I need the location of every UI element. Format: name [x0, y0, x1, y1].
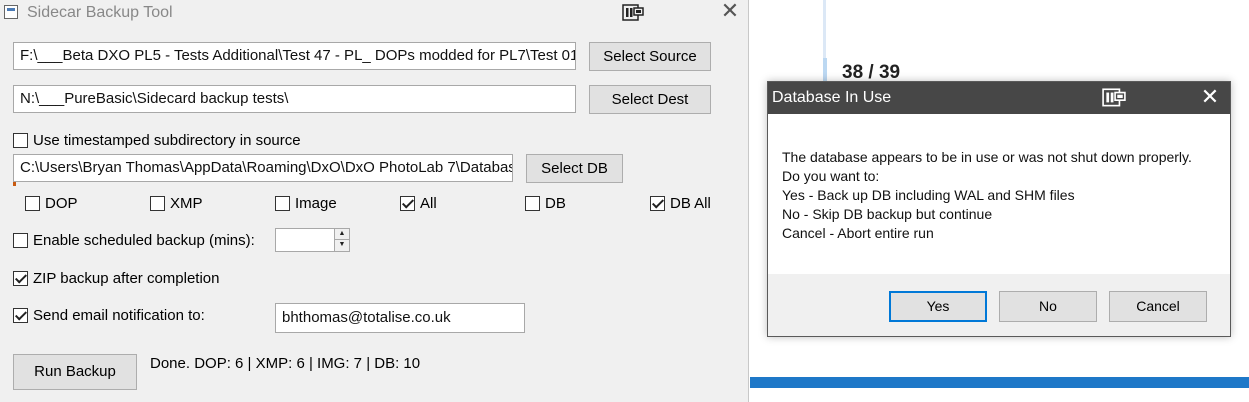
- snipping-tool-icon[interactable]: [622, 3, 644, 23]
- no-button[interactable]: No: [999, 291, 1097, 322]
- schedule-checkbox[interactable]: [13, 233, 28, 248]
- db-all-checkbox[interactable]: [650, 196, 665, 211]
- background-progress-bar: [750, 377, 1249, 388]
- all-label[interactable]: All: [420, 195, 437, 212]
- email-field[interactable]: bhthomas@totalise.co.uk: [275, 303, 525, 333]
- xmp-checkbox[interactable]: [150, 196, 165, 211]
- dialog-message: The database appears to be in use or was…: [782, 148, 1192, 243]
- timestamp-checkbox[interactable]: [13, 133, 28, 148]
- dialog-message-line: The database appears to be in use or was…: [782, 149, 1192, 165]
- spin-up-icon[interactable]: ▲: [334, 229, 349, 240]
- close-icon[interactable]: ✕: [1198, 85, 1222, 111]
- app-icon: [4, 5, 18, 19]
- database-in-use-dialog: Database In Use ✕ The database appears t…: [767, 81, 1231, 337]
- schedule-label[interactable]: Enable scheduled backup (mins):: [33, 232, 255, 249]
- all-checkbox[interactable]: [400, 196, 415, 211]
- email-label[interactable]: Send email notification to:: [33, 307, 205, 324]
- close-icon[interactable]: ✕: [719, 1, 741, 25]
- db-path-field[interactable]: C:\Users\Bryan Thomas\AppData\Roaming\Dx…: [13, 154, 513, 182]
- yes-button[interactable]: Yes: [889, 291, 987, 322]
- dialog-message-line: Yes - Back up DB including WAL and SHM f…: [782, 187, 1075, 203]
- cancel-button[interactable]: Cancel: [1109, 291, 1207, 322]
- select-db-button[interactable]: Select DB: [526, 154, 623, 183]
- db-checkbox[interactable]: [525, 196, 540, 211]
- background-scroll-line: [823, 0, 826, 58]
- email-checkbox[interactable]: [13, 308, 28, 323]
- timestamp-label[interactable]: Use timestamped subdirectory in source: [33, 132, 301, 149]
- db-all-label[interactable]: DB All: [670, 195, 711, 212]
- dop-checkbox[interactable]: [25, 196, 40, 211]
- xmp-label[interactable]: XMP: [170, 195, 203, 212]
- zip-label[interactable]: ZIP backup after completion: [33, 270, 220, 287]
- spin-down-icon[interactable]: ▼: [334, 240, 349, 251]
- zip-checkbox[interactable]: [13, 271, 28, 286]
- db-label[interactable]: DB: [545, 195, 566, 212]
- main-titlebar[interactable]: Sidecar Backup Tool ✕: [0, 0, 748, 28]
- select-source-button[interactable]: Select Source: [589, 42, 711, 71]
- image-label[interactable]: Image: [295, 195, 337, 212]
- source-path-field[interactable]: F:\___Beta DXO PL5 - Tests Additional\Te…: [13, 42, 576, 70]
- dialog-title: Database In Use: [772, 89, 892, 106]
- dialog-message-line: No - Skip DB backup but continue: [782, 206, 993, 222]
- dest-path-field[interactable]: N:\___PureBasic\Sidecard backup tests\: [13, 85, 576, 113]
- dialog-titlebar[interactable]: Database In Use ✕: [768, 82, 1230, 114]
- background-scroll-marker: [823, 58, 827, 82]
- snipping-tool-icon[interactable]: [1102, 87, 1126, 109]
- run-backup-button[interactable]: Run Backup: [13, 354, 137, 390]
- main-window: Sidecar Backup Tool ✕ F:\___Beta DXO PL5…: [0, 0, 749, 402]
- window-title: Sidecar Backup Tool: [27, 4, 173, 21]
- schedule-minutes-spinner[interactable]: ▲ ▼: [275, 228, 350, 252]
- dialog-message-line: Cancel - Abort entire run: [782, 225, 934, 241]
- dialog-body: The database appears to be in use or was…: [768, 114, 1230, 274]
- image-checkbox[interactable]: [275, 196, 290, 211]
- dialog-message-line: Do you want to:: [782, 168, 880, 184]
- status-text: Done. DOP: 6 | XMP: 6 | IMG: 7 | DB: 10: [150, 355, 421, 372]
- dop-label[interactable]: DOP: [45, 195, 78, 212]
- select-dest-button[interactable]: Select Dest: [589, 85, 711, 114]
